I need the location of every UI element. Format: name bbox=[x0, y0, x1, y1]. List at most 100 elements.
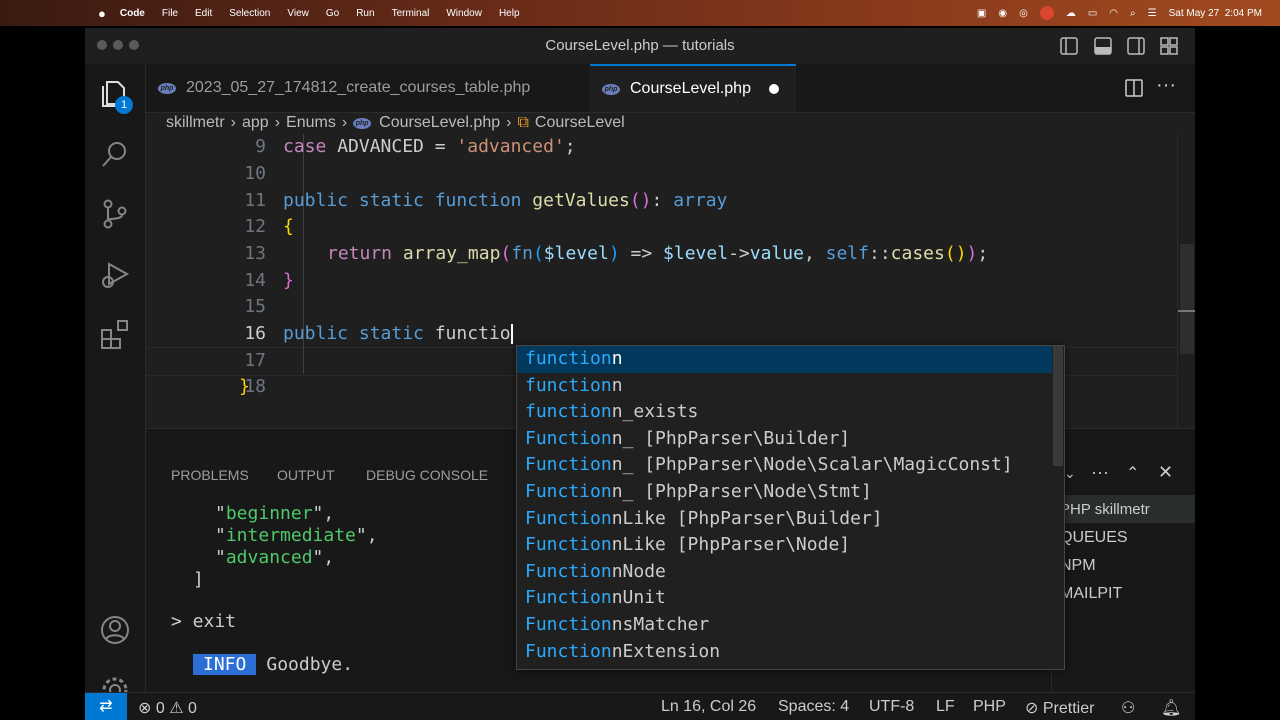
terminal-item-queues[interactable]: QUEUES bbox=[1060, 529, 1128, 547]
menu-run[interactable]: Run bbox=[356, 8, 374, 19]
suggest-item[interactable]: FunctionnUnit bbox=[525, 585, 666, 611]
problems-status[interactable]: ⊗ 0 ⚠ 0 bbox=[138, 698, 197, 718]
tab-courselevel[interactable]: php CourseLevel.php bbox=[590, 64, 796, 112]
code-token: functio bbox=[434, 323, 511, 344]
menu-app-code[interactable]: Code bbox=[120, 8, 145, 19]
code-token: ADVANCED = bbox=[326, 136, 457, 157]
wifi-icon[interactable]: ◠ bbox=[1109, 8, 1118, 19]
term-text: ", bbox=[312, 547, 335, 568]
source-control-icon[interactable] bbox=[99, 198, 131, 230]
suggest-item[interactable]: Functionn_ [PhpParser\Node\Stmt] bbox=[525, 479, 872, 505]
suggest-item[interactable]: Functionn_ [PhpParser\Builder] bbox=[525, 426, 850, 452]
tab-create-courses-table[interactable]: php 2023_05_27_174812_create_courses_tab… bbox=[146, 64, 590, 112]
toggle-secondary-sidebar-icon[interactable] bbox=[1127, 37, 1145, 55]
search-icon[interactable] bbox=[99, 138, 131, 170]
mac-menubar: ● Code File Edit Selection View Go Run T… bbox=[0, 0, 1280, 26]
code-token: case bbox=[283, 136, 327, 157]
suggest-item-rest: nExtension bbox=[611, 640, 721, 662]
close-panel-icon[interactable]: ✕ bbox=[1158, 462, 1173, 483]
app-status-icon[interactable] bbox=[1039, 6, 1054, 20]
spotlight-icon[interactable]: ⌕ bbox=[1130, 8, 1136, 19]
chevron-right-icon: › bbox=[274, 114, 281, 131]
accounts-icon[interactable] bbox=[99, 614, 131, 646]
suggest-item[interactable]: FunctionnExtension bbox=[525, 639, 720, 665]
terminal-item-active[interactable]: PHP skillmetr bbox=[1052, 495, 1195, 523]
suggest-item[interactable]: FunctionnsMatcher bbox=[525, 612, 709, 638]
accounts-status-icon[interactable]: ⚇ bbox=[1121, 698, 1135, 718]
suggest-scrollbar[interactable] bbox=[1052, 346, 1064, 669]
cursor-position[interactable]: Ln 16, Col 26 bbox=[661, 698, 756, 716]
split-editor-icon[interactable] bbox=[1125, 79, 1143, 97]
prettier-status[interactable]: ⊘ Prettier bbox=[1025, 698, 1094, 718]
terminal-item-mailpit[interactable]: MAILPIT bbox=[1060, 585, 1122, 603]
suggest-item[interactable]: functionn_exists bbox=[525, 399, 698, 425]
line-number: 11 bbox=[244, 190, 266, 211]
suggest-item-match: Function bbox=[525, 481, 612, 502]
menubar-datetime[interactable]: Sat May 27 2:04 PM bbox=[1169, 8, 1262, 19]
suggest-item[interactable]: Functionn_ [PhpParser\Node\Scalar\MagicC… bbox=[525, 452, 1013, 478]
remote-indicator-icon[interactable]: ⇄ bbox=[85, 693, 127, 720]
breadcrumb-symbol[interactable]: CourseLevel bbox=[535, 114, 625, 132]
menu-view[interactable]: View bbox=[287, 8, 309, 19]
editor-scrollbar[interactable] bbox=[1177, 134, 1195, 428]
breadcrumb-skillmetr[interactable]: skillmetr bbox=[166, 114, 225, 132]
indentation[interactable]: Spaces: 4 bbox=[778, 698, 849, 716]
code-token: ) bbox=[640, 190, 652, 211]
customize-layout-icon[interactable] bbox=[1160, 37, 1178, 55]
explorer-icon[interactable]: 1 bbox=[99, 78, 133, 114]
suggest-item[interactable]: FunctionnNode bbox=[525, 559, 666, 585]
info-badge: INFO bbox=[193, 654, 257, 675]
apple-icon[interactable]: ● bbox=[98, 6, 106, 21]
tab-problems[interactable]: PROBLEMS bbox=[171, 467, 249, 483]
suggest-item-rest: n bbox=[611, 348, 623, 369]
notifications-bell-icon[interactable]: 🔔︎ bbox=[1161, 698, 1181, 718]
breadcrumb-enums[interactable]: Enums bbox=[286, 114, 336, 132]
unsaved-dot-icon[interactable] bbox=[768, 84, 779, 94]
maximize-panel-icon[interactable]: ⌃ bbox=[1126, 463, 1139, 483]
control-center-icon[interactable]: ☰ bbox=[1148, 8, 1157, 19]
prettier-icon: ⊘ bbox=[1025, 700, 1039, 717]
menu-terminal[interactable]: Terminal bbox=[392, 8, 430, 19]
breadcrumb-app[interactable]: app bbox=[242, 114, 269, 132]
cloud-icon[interactable]: ☁ bbox=[1066, 8, 1076, 19]
chevron-down-icon[interactable]: ⌄ bbox=[1064, 465, 1076, 482]
run-debug-icon[interactable] bbox=[99, 258, 131, 290]
ring-icon[interactable]: ◎ bbox=[1019, 8, 1028, 19]
code-token: 'advanced' bbox=[456, 136, 565, 157]
encoding[interactable]: UTF-8 bbox=[869, 698, 914, 716]
line-number: 13 bbox=[244, 243, 266, 264]
tab-output[interactable]: OUTPUT bbox=[277, 467, 335, 483]
term-string: intermediate bbox=[225, 525, 356, 546]
toggle-panel-icon[interactable] bbox=[1094, 37, 1112, 55]
code-token: value bbox=[749, 243, 804, 264]
menu-file[interactable]: File bbox=[162, 8, 178, 19]
camera-icon[interactable]: ▣ bbox=[977, 8, 986, 19]
suggest-item-match: function bbox=[525, 374, 612, 396]
suggest-item[interactable]: functionn bbox=[525, 373, 623, 399]
battery-icon[interactable]: ▭ bbox=[1088, 8, 1097, 19]
code-token: $level bbox=[543, 243, 609, 264]
extensions-icon[interactable] bbox=[99, 318, 131, 350]
breadcrumb-file[interactable]: CourseLevel.php bbox=[379, 114, 500, 132]
toggle-sidebar-icon[interactable] bbox=[1060, 37, 1078, 55]
suggest-item[interactable]: FunctionnLike [PhpParser\Builder] bbox=[525, 506, 883, 532]
end-of-line[interactable]: LF bbox=[936, 698, 955, 716]
menu-help[interactable]: Help bbox=[499, 8, 520, 19]
menu-edit[interactable]: Edit bbox=[195, 8, 212, 19]
more-actions-icon[interactable]: ··· bbox=[1156, 74, 1176, 97]
record-icon[interactable]: ◉ bbox=[998, 8, 1007, 19]
tab-debug-console[interactable]: DEBUG CONSOLE bbox=[366, 467, 488, 483]
suggest-item[interactable]: FunctionnLike [PhpParser\Node] bbox=[525, 532, 850, 558]
menu-window[interactable]: Window bbox=[446, 8, 482, 19]
line-number: 12 bbox=[244, 216, 266, 237]
menu-selection[interactable]: Selection bbox=[229, 8, 270, 19]
php-file-icon: php bbox=[602, 83, 620, 95]
terminal-item-npm[interactable]: NPM bbox=[1060, 557, 1096, 575]
suggest-item-rest: n_ [PhpParser\Node\Stmt] bbox=[611, 481, 872, 502]
panel-more-icon[interactable]: ··· bbox=[1091, 462, 1109, 483]
suggest-item-selected[interactable]: functionn bbox=[525, 346, 623, 372]
suggest-item-match: Function bbox=[525, 534, 612, 556]
language-mode[interactable]: PHP bbox=[973, 698, 1006, 716]
menu-go[interactable]: Go bbox=[326, 8, 339, 19]
